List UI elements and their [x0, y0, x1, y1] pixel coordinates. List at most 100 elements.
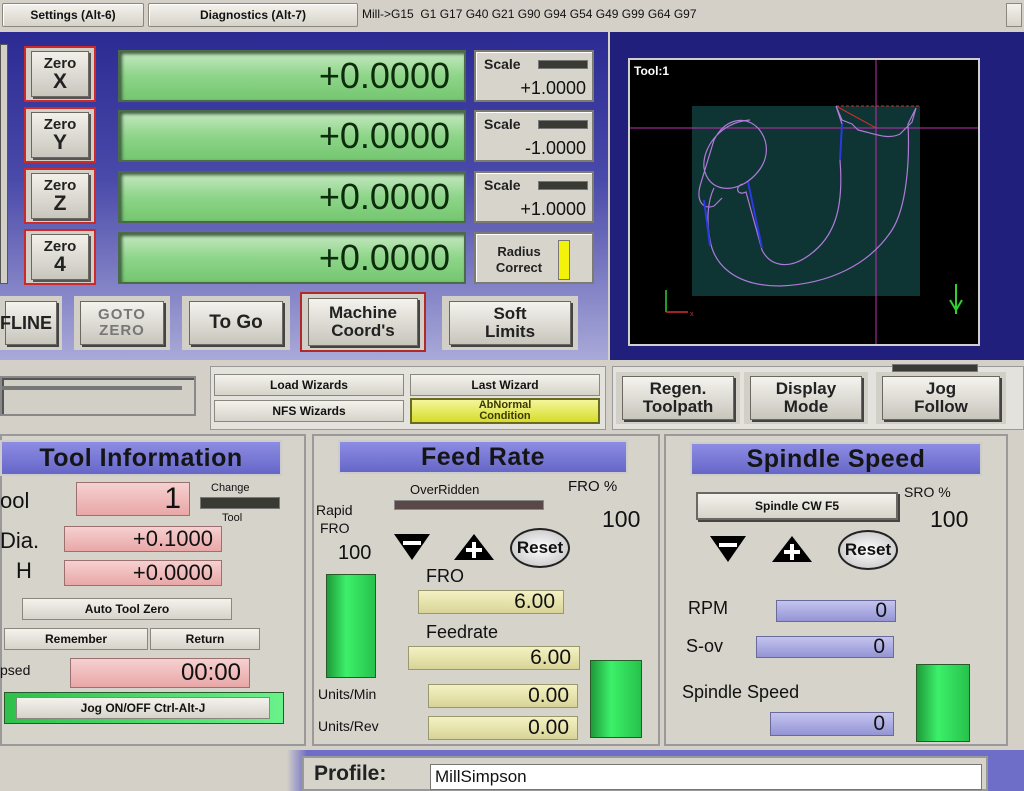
zero-y-button[interactable]: Zero Y: [24, 107, 96, 163]
jog-follow-led: [892, 364, 978, 372]
toolpath-display[interactable]: Tool:1 x: [628, 58, 980, 346]
goto-zero-label-line1: GOTO: [98, 306, 146, 324]
window-edge-button[interactable]: [1006, 3, 1022, 27]
rpm-field[interactable]: 0: [776, 599, 896, 622]
scale-indicator: [538, 120, 588, 129]
axis-x-letter: x: [690, 311, 694, 318]
fro-value-field: 6.00: [418, 590, 564, 614]
feed-decrease-icon[interactable]: [390, 532, 434, 562]
zero-4-button[interactable]: Zero 4: [24, 229, 96, 285]
change-tool-label: Change: [211, 482, 250, 494]
load-wizards-button[interactable]: Load Wizards: [214, 374, 404, 396]
axis-letter-4: 4: [54, 253, 66, 276]
radius-correct-led: [558, 240, 570, 280]
nfs-wizards-button[interactable]: NFS Wizards: [214, 400, 404, 422]
axis-letter-z: Z: [53, 192, 67, 215]
progress-track: [2, 386, 182, 390]
offline-button[interactable]: FLINE: [0, 296, 62, 350]
left-edge-frame: [0, 44, 8, 284]
auto-tool-zero-button[interactable]: Auto Tool Zero: [22, 598, 232, 620]
spindle-decrease-icon[interactable]: [706, 534, 750, 564]
overridden-led: [394, 500, 544, 510]
profile-label: Profile:: [314, 762, 387, 785]
tool-info-title: Tool Information: [0, 440, 282, 476]
radius-correct-box: Radius Correct: [474, 232, 594, 284]
spindle-reset-button[interactable]: Reset: [838, 530, 898, 570]
tool-dia-label: Dia.: [0, 528, 40, 553]
fro-label: FRO: [426, 566, 464, 586]
units-rev-field: 0.00: [428, 716, 578, 740]
rpm-label: RPM: [688, 598, 728, 618]
abnormal-label-line2: Condition: [479, 410, 531, 422]
scale-y-box: Scale -1.0000: [474, 110, 594, 162]
units-min-field: 0.00: [428, 684, 578, 708]
goto-zero-label-line2: ZERO: [99, 322, 145, 339]
scale-z-value[interactable]: +1.0000: [520, 199, 586, 220]
fro-pct-value: 100: [602, 506, 641, 532]
change-tool-led[interactable]: [200, 497, 280, 509]
change-tool-sublabel: Tool: [222, 512, 243, 524]
work-envelope: [692, 106, 920, 296]
radius-correct-label: Radius Correct: [495, 244, 543, 275]
diagnostics-tab[interactable]: Diagnostics (Alt-7): [148, 3, 358, 27]
dro-x-value[interactable]: +0.0000: [118, 50, 466, 102]
spindle-cw-button[interactable]: Spindle CW F5: [696, 492, 898, 520]
scale-label: Scale: [484, 116, 521, 132]
last-wizard-button[interactable]: Last Wizard: [410, 374, 600, 396]
elapsed-label: psed: [0, 662, 31, 678]
feed-rate-title: Feed Rate: [338, 440, 628, 474]
tool-height-field[interactable]: +0.0000: [64, 560, 222, 586]
spindle-override-slider[interactable]: [916, 664, 970, 742]
abnormal-condition-indicator[interactable]: AbNormal Condition: [410, 398, 600, 424]
offline-label: FLINE: [0, 301, 57, 345]
jog-follow-button[interactable]: Jog Follow: [876, 372, 1006, 424]
scale-label: Scale: [484, 56, 521, 72]
spindle-increase-icon[interactable]: [770, 534, 814, 564]
feed-reset-button[interactable]: Reset: [510, 528, 570, 568]
dro-y-value[interactable]: +0.0000: [118, 110, 466, 162]
scale-x-value[interactable]: +1.0000: [520, 78, 586, 99]
goto-zero-button[interactable]: GOTO ZERO: [74, 296, 170, 350]
axis-letter-y: Y: [52, 131, 67, 154]
display-mode-button[interactable]: Display Mode: [744, 372, 868, 424]
return-button[interactable]: Return: [150, 628, 260, 650]
display-label-line2: Mode: [783, 397, 829, 416]
settings-tab[interactable]: Settings (Alt-6): [2, 3, 144, 27]
tool-height-label: H: [16, 558, 32, 583]
scale-x-box: Scale +1.0000: [474, 50, 594, 102]
scale-label: Scale: [484, 177, 521, 193]
remember-button[interactable]: Remember: [4, 628, 148, 650]
dro-z-value[interactable]: +0.0000: [118, 171, 466, 223]
feedrate-label: Feedrate: [426, 622, 499, 642]
units-rev-label: Units/Rev: [318, 718, 379, 734]
spindle-speed-field: 0: [770, 712, 894, 736]
tool-number-field[interactable]: 1: [76, 482, 190, 516]
feed-override-slider[interactable]: [590, 660, 642, 738]
scale-y-value[interactable]: -1.0000: [525, 138, 586, 159]
soft-limits-button[interactable]: Soft Limits: [442, 296, 578, 350]
scale-z-box: Scale +1.0000: [474, 171, 594, 223]
feedrate-value-field[interactable]: 6.00: [408, 646, 580, 670]
sro-pct-label: SRO %: [904, 484, 951, 500]
sro-pct-value: 100: [930, 506, 969, 532]
spindle-title: Spindle Speed: [690, 442, 982, 476]
zero-z-button[interactable]: Zero Z: [24, 168, 96, 224]
sov-field: 0: [756, 635, 894, 658]
machine-coords-button[interactable]: Machine Coord's: [300, 292, 426, 352]
tool-dia-field[interactable]: +0.1000: [64, 526, 222, 552]
toolpath-graphic: x: [630, 60, 978, 344]
rapid-fro-value: 100: [338, 542, 372, 564]
rapid-fro-slider[interactable]: [326, 574, 376, 678]
machine-coords-label-line1: Machine: [328, 303, 398, 323]
tool-number-label: ool: [0, 488, 30, 513]
dro-4-value[interactable]: +0.0000: [118, 232, 466, 284]
rapid-fro-label-line2: FRO: [320, 520, 350, 536]
regen-toolpath-button[interactable]: Regen. Toolpath: [616, 372, 740, 424]
zero-x-button[interactable]: Zero X: [24, 46, 96, 102]
jog-follow-label-line2: Follow: [914, 397, 968, 416]
to-go-button[interactable]: To Go: [182, 296, 290, 350]
spindle-speed-label: Spindle Speed: [682, 682, 800, 702]
jog-on-off-button[interactable]: Jog ON/OFF Ctrl-Alt-J: [16, 697, 270, 719]
feed-increase-icon[interactable]: [452, 532, 496, 562]
gcode-modal-status: Mill->G15 G1 G17 G40 G21 G90 G94 G54 G49…: [362, 7, 697, 21]
